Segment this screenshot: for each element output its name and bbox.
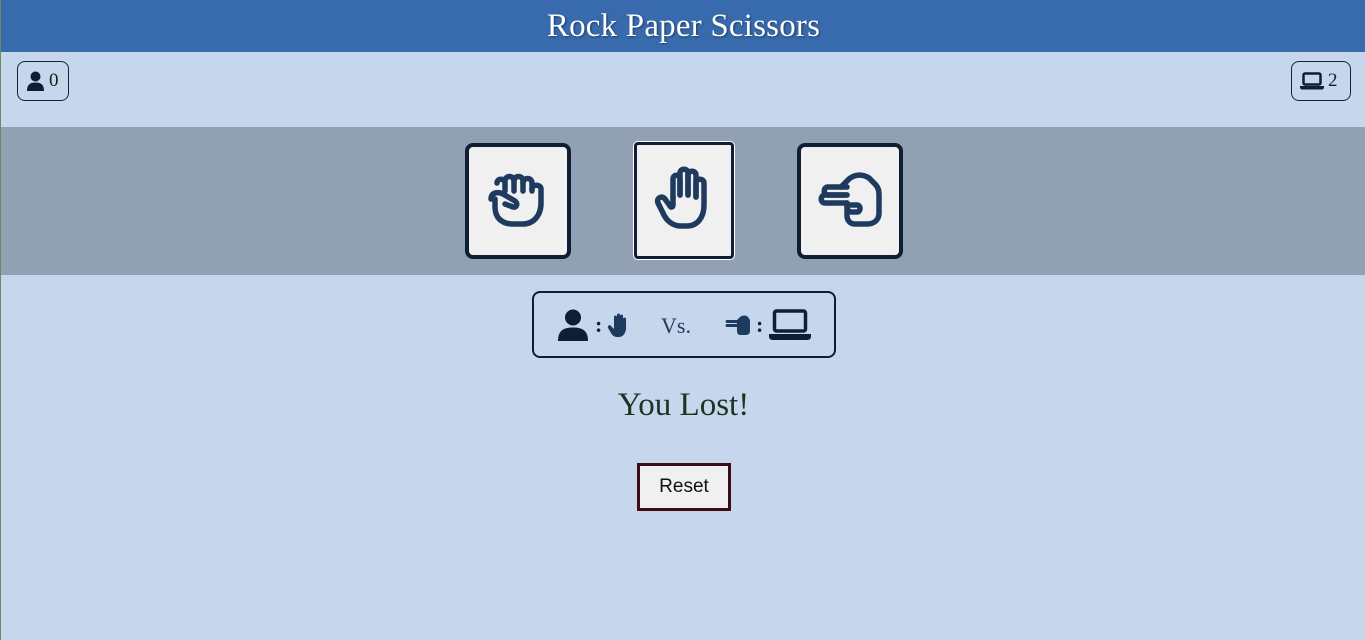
rock-button[interactable] xyxy=(465,143,571,259)
computer-score-value: 2 xyxy=(1328,70,1338,91)
scissors-button[interactable] xyxy=(797,143,903,259)
paper-button[interactable] xyxy=(634,142,734,259)
hand-fist-icon xyxy=(485,169,551,234)
hand-open-icon xyxy=(607,312,632,338)
matchup-panel: : Vs. : xyxy=(532,291,836,358)
laptop-icon xyxy=(1300,72,1324,90)
computer-separator: : xyxy=(756,312,764,337)
computer-score-badge: 2 xyxy=(1291,61,1351,101)
app-header: Rock Paper Scissors xyxy=(1,0,1365,52)
user-icon xyxy=(26,71,45,91)
game-page: Rock Paper Scissors 0 2: Vs.: You Lost… xyxy=(0,0,1365,640)
hand-scissors-icon xyxy=(817,169,883,234)
player-score-badge: 0 xyxy=(17,61,69,101)
player-separator: : xyxy=(595,312,603,337)
reset-button[interactable]: Reset xyxy=(637,463,731,511)
hand-open-icon xyxy=(653,165,715,236)
result-message: You Lost! xyxy=(617,387,750,423)
user-icon xyxy=(558,309,588,341)
laptop-icon xyxy=(769,308,811,341)
choice-band xyxy=(1,127,1365,275)
hand-scissors-icon xyxy=(725,314,751,336)
app-title: Rock Paper Scissors xyxy=(546,7,821,44)
vs-label: Vs. xyxy=(661,313,691,338)
player-score-value: 0 xyxy=(49,70,59,91)
